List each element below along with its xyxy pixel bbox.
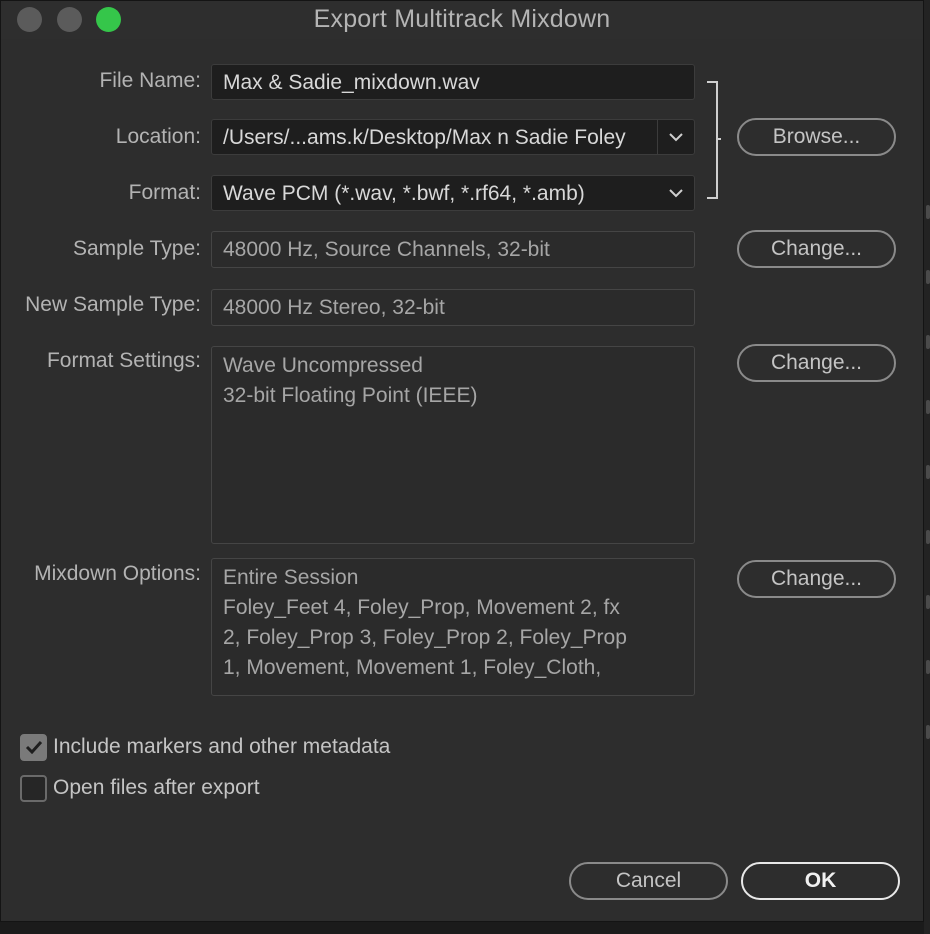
format-dropdown[interactable]: Wave PCM (*.wav, *.bwf, *.rf64, *.amb) (211, 175, 695, 211)
format-settings-line: Wave Uncompressed (223, 354, 423, 377)
export-mixdown-dialog: Export Multitrack Mixdown File Name: Max… (0, 0, 924, 922)
file-name-label: File Name: (99, 69, 201, 92)
background-window-tick (926, 270, 930, 284)
chevron-down-icon[interactable] (657, 120, 694, 154)
open-files-label: Open files after export (53, 776, 260, 799)
background-window-tick (926, 465, 930, 479)
new-sample-type-field: 48000 Hz Stereo, 32-bit (211, 289, 695, 326)
mixdown-options-line: Entire Session (223, 566, 359, 589)
new-sample-type-value: 48000 Hz Stereo, 32-bit (223, 296, 445, 319)
background-window-tick (926, 400, 930, 414)
mixdown-options-label: Mixdown Options: (34, 562, 201, 585)
window-title: Export Multitrack Mixdown (313, 5, 611, 33)
background-window-tick (926, 530, 930, 544)
ok-button[interactable]: OK (741, 862, 900, 900)
format-label: Format: (128, 181, 201, 204)
mixdown-options-line: 2, Foley_Prop 3, Foley_Prop 2, Foley_Pro… (223, 626, 627, 649)
mixdown-options-box: Entire Session Foley_Feet 4, Foley_Prop,… (211, 558, 695, 696)
background-window-tick (926, 335, 930, 349)
sample-type-label: Sample Type: (72, 237, 201, 260)
file-name-input[interactable]: Max & Sadie_mixdown.wav (211, 64, 695, 100)
background-window-tick (926, 725, 930, 739)
checkmark-icon (25, 740, 42, 754)
open-files-option[interactable]: Open files after export (20, 774, 260, 802)
sample-type-field: 48000 Hz, Source Channels, 32-bit (211, 231, 695, 268)
sample-type-value: 48000 Hz, Source Channels, 32-bit (223, 238, 550, 261)
cancel-button[interactable]: Cancel (569, 862, 728, 900)
change-sample-type-button[interactable]: Change... (737, 230, 896, 268)
mixdown-options-line: 1, Movement, Movement 1, Foley_Cloth, (223, 656, 602, 679)
chevron-down-icon (658, 176, 694, 210)
background-window-tick (926, 205, 930, 219)
title-bar: Export Multitrack Mixdown (1, 1, 923, 39)
location-value: /Users/...ams.k/Desktop/Max n Sadie Fole… (223, 126, 626, 149)
include-markers-label: Include markers and other metadata (53, 735, 391, 758)
new-sample-type-label: New Sample Type: (25, 293, 201, 316)
location-label: Location: (115, 125, 201, 148)
browse-button[interactable]: Browse... (737, 118, 896, 156)
include-markers-checkbox[interactable] (20, 733, 47, 761)
background-window-tick (926, 660, 930, 674)
location-dropdown[interactable]: /Users/...ams.k/Desktop/Max n Sadie Fole… (211, 119, 695, 155)
open-files-checkbox[interactable] (20, 774, 47, 802)
format-value: Wave PCM (*.wav, *.bwf, *.rf64, *.amb) (223, 182, 585, 205)
change-mixdown-options-button[interactable]: Change... (737, 560, 896, 598)
mixdown-options-line: Foley_Feet 4, Foley_Prop, Movement 2, fx (223, 596, 620, 619)
background-window-tick (926, 595, 930, 609)
change-format-settings-button[interactable]: Change... (737, 344, 896, 382)
file-name-value: Max & Sadie_mixdown.wav (223, 71, 480, 94)
format-settings-box: Wave Uncompressed 32-bit Floating Point … (211, 346, 695, 544)
include-markers-option[interactable]: Include markers and other metadata (20, 733, 390, 761)
group-bracket (707, 81, 721, 199)
format-settings-line: 32-bit Floating Point (IEEE) (223, 384, 478, 407)
format-settings-label: Format Settings: (46, 349, 201, 372)
